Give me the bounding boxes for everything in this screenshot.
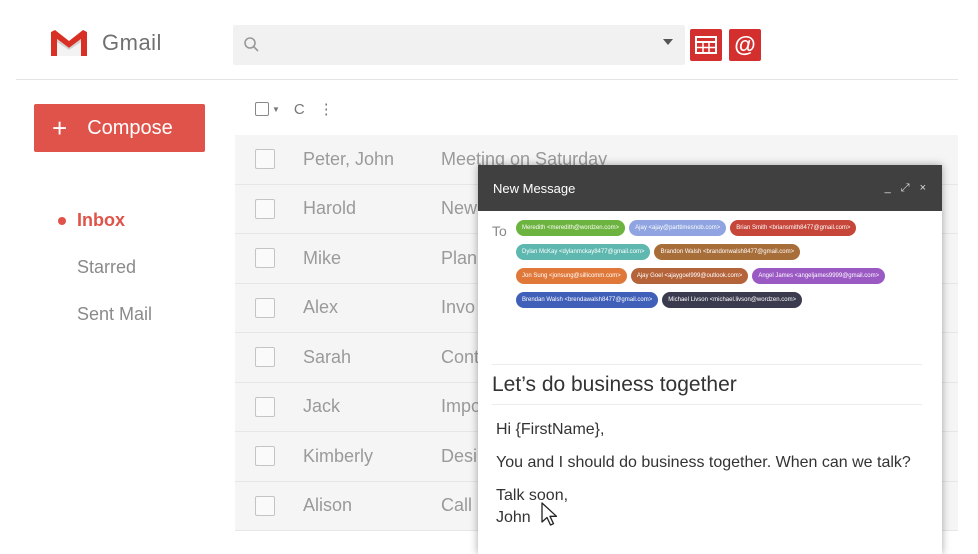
compose-label: Compose <box>87 116 173 139</box>
body-line: You and I should do business together. W… <box>496 454 911 471</box>
email-subject: Impo <box>441 396 482 417</box>
compose-window-controls: _ ⤢ × <box>885 182 926 195</box>
email-subject: Call <box>441 495 473 516</box>
search-bar[interactable] <box>233 25 685 65</box>
list-toolbar: ▼ C ⋮ <box>255 100 334 118</box>
recipient-chip[interactable]: Brandon Walsh <brandonwalsh8477@gmail.co… <box>654 244 801 260</box>
gmail-m-icon <box>51 30 87 56</box>
compose-button[interactable]: + Compose <box>34 104 205 152</box>
compose-window: New Message _ ⤢ × To Meredith <meredith@… <box>478 165 942 554</box>
recipient-chips: Meredith <meredith@wordzen.com> Ajay <aja… <box>492 220 930 308</box>
table-extension-button[interactable] <box>690 29 722 61</box>
sidebar-nav: Inbox Starred Sent Mail <box>58 197 152 338</box>
email-sender: Jack <box>303 396 341 417</box>
email-checkbox[interactable] <box>255 149 275 170</box>
recipient-chip[interactable]: Ajay <ajay@parttimesnob.com> <box>629 220 727 236</box>
email-subject: New <box>441 198 478 219</box>
search-icon <box>244 37 259 52</box>
select-chevron-down-icon[interactable]: ▼ <box>272 105 280 114</box>
to-label: To <box>492 223 507 239</box>
recipient-chip[interactable]: Meredith <meredith@wordzen.com> <box>516 220 626 236</box>
body-signature: John <box>496 509 531 526</box>
search-options-chevron-down-icon[interactable] <box>663 39 673 45</box>
sidebar-item-label: Starred <box>77 257 137 277</box>
sidebar-item-inbox[interactable]: Inbox <box>58 197 152 244</box>
email-subject: Invo <box>441 297 476 318</box>
email-checkbox[interactable] <box>255 446 275 467</box>
recipient-chip[interactable]: Michael Livson <michael.livson@wordzen.c… <box>662 292 803 308</box>
sidebar-item-label: Sent Mail <box>77 304 153 324</box>
gmail-logo[interactable]: Gmail <box>50 28 162 58</box>
email-checkbox[interactable] <box>255 347 275 368</box>
recipient-chip[interactable]: Jon Sung <jonsung@sillicomm.com> <box>516 268 627 284</box>
app-name: Gmail <box>102 30 162 55</box>
email-checkbox[interactable] <box>255 198 275 219</box>
email-sender: Alex <box>303 297 339 318</box>
email-sender: Alison <box>303 495 353 516</box>
email-sender: Harold <box>303 198 357 219</box>
email-subject: Desi <box>441 445 478 466</box>
recipient-chip[interactable]: Ajay Goel <ajaygoel999@outlook.com> <box>630 268 749 284</box>
minimize-icon[interactable]: _ <box>885 182 891 195</box>
header-divider <box>16 79 958 80</box>
body-greeting: Hi {FirstName}, <box>496 421 605 438</box>
expand-icon[interactable]: ⤢ <box>901 182 910 195</box>
compose-window-header[interactable]: New Message _ ⤢ × <box>478 165 942 211</box>
active-dot-icon <box>58 216 66 225</box>
refresh-icon[interactable]: C <box>294 101 305 118</box>
recipient-chip[interactable]: Brian Smith <briansmith8477@gmail.com> <box>730 220 857 236</box>
table-icon <box>695 36 717 54</box>
sidebar-item-starred[interactable]: Starred <box>58 244 152 291</box>
email-checkbox[interactable] <box>255 297 275 318</box>
at-icon: @ <box>734 32 756 57</box>
email-sender: Sarah <box>303 346 352 367</box>
email-subject: Plan <box>441 247 478 268</box>
sidebar-item-sent-mail[interactable]: Sent Mail <box>58 291 152 338</box>
recipient-chip[interactable]: Brendan Walsh <brendawalsh8477@gmail.com… <box>516 292 659 308</box>
select-all-checkbox[interactable] <box>255 102 269 116</box>
mouse-pointer-icon <box>541 502 558 526</box>
sidebar-item-label: Inbox <box>77 210 125 230</box>
body-signoff: Talk soon, <box>496 487 569 504</box>
email-sender: Peter, John <box>303 148 395 169</box>
gmail-app: Gmail @ + Compose Inbox Starred Sent Mai… <box>0 0 978 554</box>
at-extension-button[interactable]: @ <box>729 29 761 61</box>
email-sender: Kimberly <box>303 445 374 466</box>
plus-icon: + <box>52 113 68 143</box>
close-icon[interactable]: × <box>920 182 926 195</box>
recipients-divider <box>492 364 922 365</box>
email-sender: Mike <box>303 247 342 268</box>
email-checkbox[interactable] <box>255 396 275 417</box>
recipient-chip[interactable]: Dylan McKay <dylanmckay8477@gmail.com> <box>516 244 651 260</box>
recipient-chip[interactable]: Angel James <angeljames9999@gmail.com> <box>752 268 886 284</box>
email-checkbox[interactable] <box>255 495 275 516</box>
email-subject: Cont <box>441 346 480 367</box>
more-options-icon[interactable]: ⋮ <box>319 100 334 118</box>
compose-window-title: New Message <box>493 180 576 196</box>
email-checkbox[interactable] <box>255 248 275 269</box>
subject-field[interactable]: Let’s do business together <box>492 365 922 405</box>
recipients-field[interactable]: To Meredith <meredith@wordzen.com> Ajay <… <box>478 211 942 365</box>
